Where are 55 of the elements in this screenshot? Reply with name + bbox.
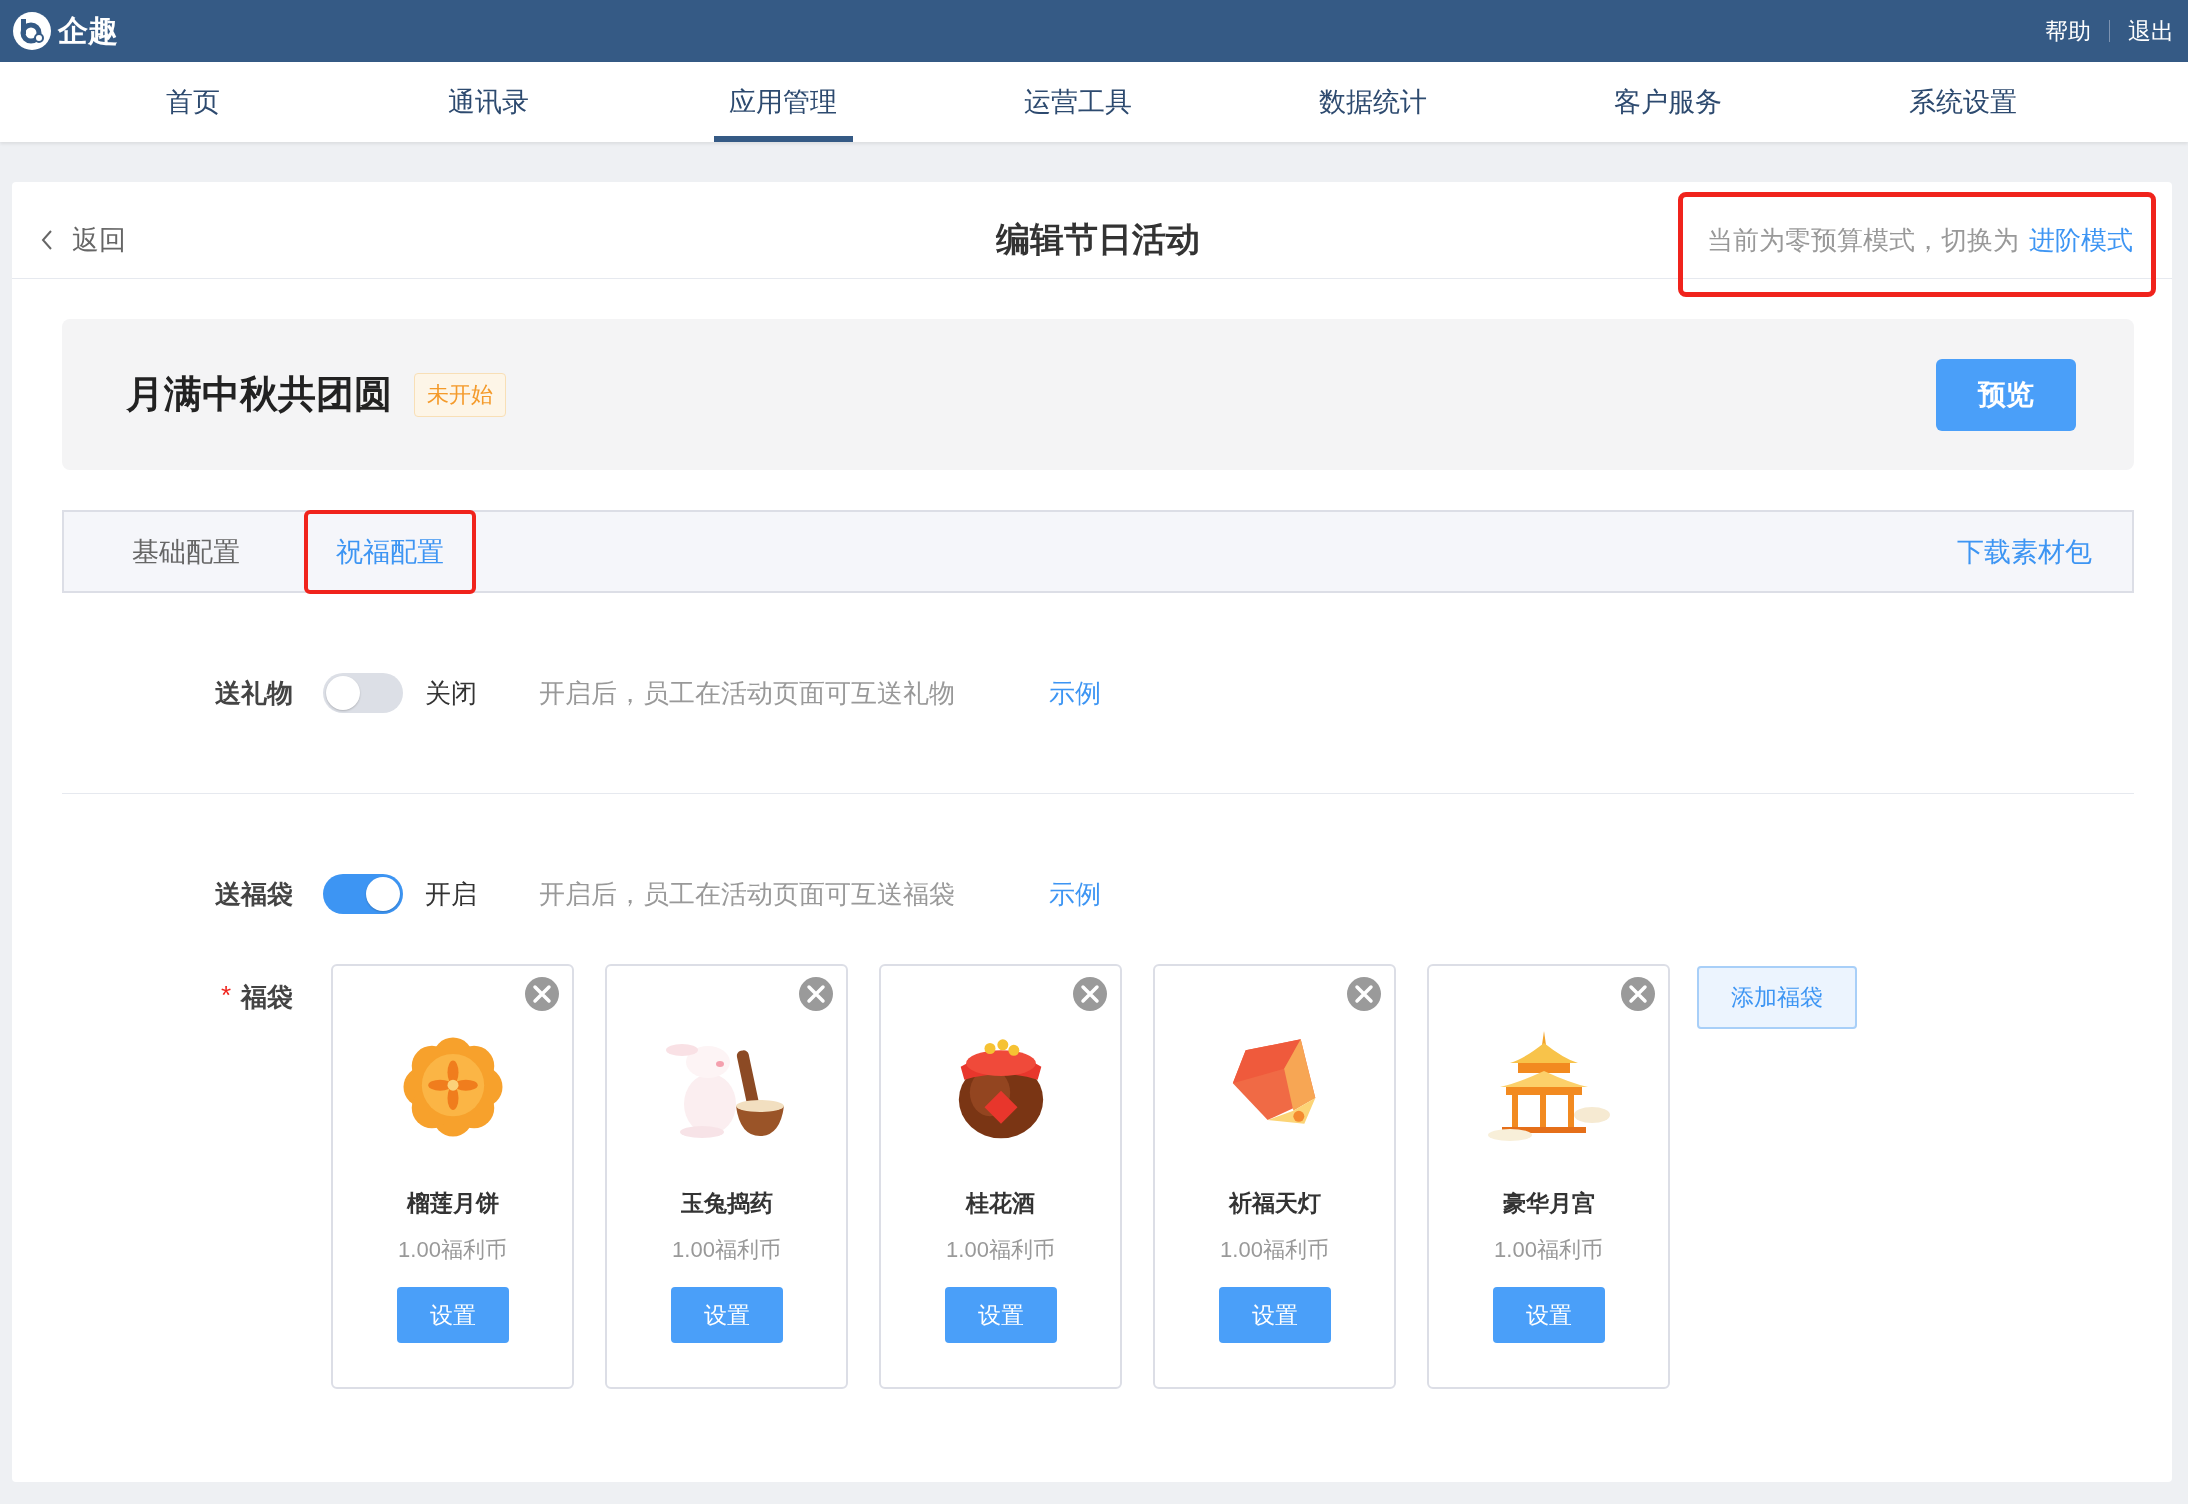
brand-name: 企趣 [58,12,118,49]
bag-price: 1.00福利币 [672,1236,781,1264]
bag-name: 豪华月宫 [1502,1189,1595,1218]
bag-name: 桂花酒 [966,1189,1035,1218]
settings-button[interactable]: 设置 [1492,1287,1605,1343]
bag-price: 1.00福利币 [398,1236,507,1264]
download-link[interactable]: 下载素材包 [1957,533,2092,570]
settings-button[interactable]: 设置 [1218,1287,1331,1343]
nav-tab[interactable]: 系统设置 [1815,62,2110,142]
settings-button[interactable]: 设置 [944,1287,1057,1343]
close-icon[interactable] [798,976,834,1012]
close-icon[interactable] [1620,976,1656,1012]
nav-tab[interactable]: 通讯录 [340,62,636,142]
example-link[interactable]: 示例 [1049,876,1101,912]
setting-label: 送福袋 [215,877,294,911]
setting-hint: 开启后，员工在活动页面可互送福袋 [539,877,956,911]
advanced-mode-link[interactable]: 进阶模式 [2029,223,2133,258]
config-tab[interactable]: 祝福配置 [304,509,476,594]
mode-text: 当前为零预算模式，切换为 [1707,224,2019,257]
bag-name: 玉兔捣药 [680,1189,773,1218]
logo-icon [12,11,52,51]
close-icon[interactable] [1346,976,1382,1012]
toggle-state: 开启 [425,877,478,911]
bag-price: 1.00福利币 [946,1236,1055,1264]
setting-hint: 开启后，员工在活动页面可互送礼物 [539,676,956,710]
close-icon[interactable] [524,976,560,1012]
activity-title: 月满中秋共团圆 [126,372,392,417]
top-link[interactable]: 帮助 [2045,15,2091,47]
config-tab[interactable]: 基础配置 [100,509,272,594]
nav-tab[interactable]: 运营工具 [930,62,1226,142]
status-badge: 未开始 [414,372,506,417]
nav-tab[interactable]: 客户服务 [1520,62,1816,142]
setting-label: 送礼物 [215,676,294,710]
preview-button[interactable]: 预览 [1936,358,2076,431]
settings-button[interactable]: 设置 [670,1287,783,1343]
example-link[interactable]: 示例 [1049,675,1101,711]
required-mark: * [221,980,232,1012]
nav-tab[interactable]: 应用管理 [635,62,931,142]
bag-price: 1.00福利币 [1494,1236,1603,1264]
nav-tab[interactable]: 首页 [46,62,341,142]
settings-button[interactable]: 设置 [396,1287,509,1343]
toggle-switch[interactable] [323,874,403,914]
toggle-switch[interactable] [323,673,403,713]
bags-label: 福袋 [241,981,294,1014]
page-title: 编辑节日活动 [996,218,1200,260]
bag-name: 祈福天灯 [1228,1189,1321,1218]
toggle-state: 关闭 [425,676,478,710]
back-link[interactable]: 返回 [40,221,996,258]
nav-tab[interactable]: 数据统计 [1225,62,1521,142]
chevron-left-icon [40,228,54,251]
bag-price: 1.00福利币 [1220,1236,1329,1264]
add-bag-button[interactable]: 添加福袋 [1697,966,1857,1029]
close-icon[interactable] [1072,976,1108,1012]
top-link[interactable]: 退出 [2128,15,2174,47]
bag-name: 榴莲月饼 [406,1189,499,1218]
